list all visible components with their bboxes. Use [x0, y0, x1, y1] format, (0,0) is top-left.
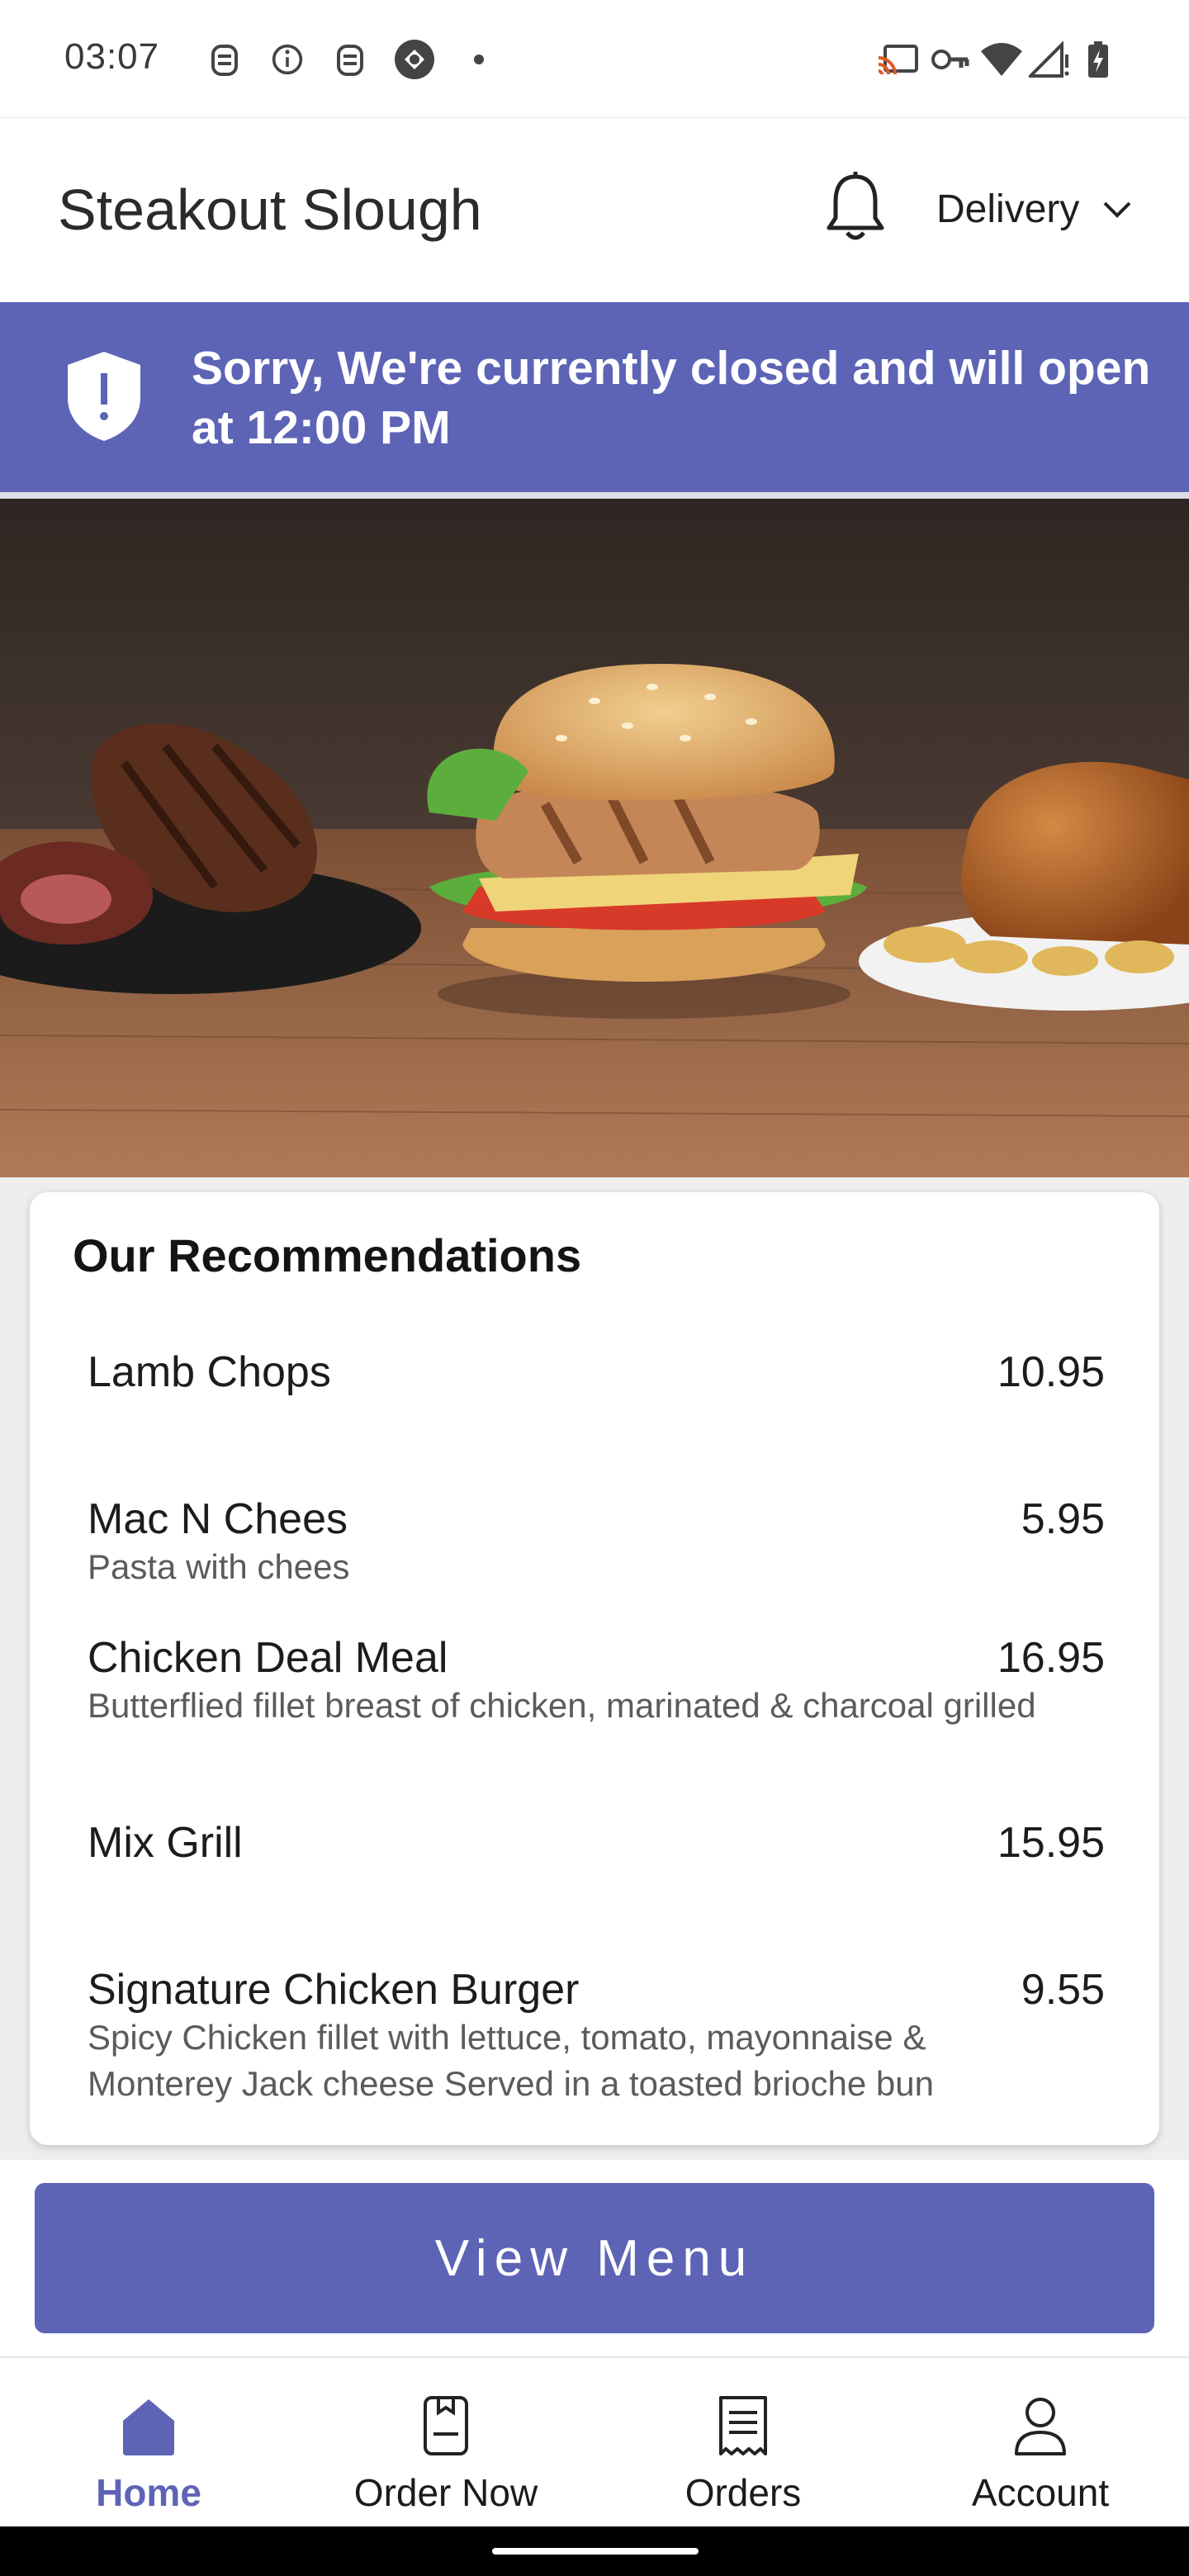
app-header: Steakout Slough Delivery [0, 119, 1189, 302]
home-icon [123, 2399, 174, 2455]
nav-home-label: Home [96, 2471, 201, 2514]
banner-divider [0, 492, 1189, 499]
vpn-key-icon [931, 50, 969, 69]
status-time: 03:07 [64, 36, 160, 77]
cell-signal-icon [1029, 41, 1069, 78]
gesture-bar [0, 2526, 1189, 2576]
item-name: Chicken Deal Meal [88, 1634, 448, 1682]
item-price: 15.95 [997, 1819, 1105, 1867]
info-icon [272, 44, 303, 75]
item-name: Mac N Chees [88, 1495, 348, 1543]
notification-icon [337, 45, 363, 76]
nav-order-now[interactable]: Order Now [297, 2358, 594, 2528]
restaurant-title: Steakout Slough [58, 178, 482, 242]
nav-account[interactable]: Account [892, 2358, 1189, 2528]
closed-message: Sorry, We're currently closed and will o… [192, 342, 1151, 454]
item-name: Mix Grill [88, 1819, 243, 1867]
list-item[interactable]: Mix Grill 15.95 [88, 1818, 1105, 1965]
nav-home[interactable]: Home [0, 2358, 297, 2528]
status-bar: 03:07 [0, 0, 1189, 119]
closed-banner: Sorry, We're currently closed and will o… [0, 302, 1189, 492]
item-price: 9.55 [1021, 1966, 1105, 2014]
item-price: 16.95 [997, 1634, 1105, 1682]
item-name: Lamb Chops [88, 1348, 331, 1396]
wifi-icon [981, 43, 1022, 76]
item-name: Signature Chicken Burger [88, 1966, 580, 2014]
item-description: Pasta with chees [88, 1547, 350, 1586]
view-menu-button[interactable]: View Menu [35, 2183, 1154, 2333]
order-mode-dropdown[interactable]: Delivery [936, 187, 1132, 232]
battery-charging-icon [1088, 41, 1108, 78]
nav-orders-label: Orders [685, 2471, 802, 2514]
list-item[interactable]: Lamb Chops 10.95 [88, 1347, 1105, 1494]
view-menu-container: View Menu [0, 2160, 1189, 2356]
shield-alert-icon [68, 352, 140, 441]
dot-icon [474, 54, 484, 64]
item-price: 10.95 [997, 1348, 1105, 1396]
nav-account-label: Account [971, 2471, 1110, 2514]
receipt-icon [719, 2396, 767, 2455]
item-description: Spicy Chicken fillet with lettuce, tomat… [88, 2018, 934, 2103]
list-item[interactable]: Chicken Deal Meal 16.95 Butterflied fill… [88, 1633, 1105, 1818]
recommendations-title: Our Recommendations [73, 1229, 582, 1281]
order-mode-label: Delivery [936, 187, 1080, 231]
gesture-handle[interactable] [492, 2548, 699, 2555]
nav-orders[interactable]: Orders [594, 2358, 892, 2528]
item-description: Butterflied fillet breast of chicken, ma… [88, 1686, 1036, 1725]
item-price: 5.95 [1021, 1495, 1105, 1543]
notification-icon [211, 45, 238, 76]
list-item[interactable]: Signature Chicken Burger 9.55 Spicy Chic… [88, 1965, 1105, 2130]
order-icon [424, 2396, 468, 2455]
recommendations-card: Our Recommendations Lamb Chops 10.95 Mac… [30, 1192, 1159, 2145]
chevron-down-icon [1103, 201, 1131, 218]
account-icon [1015, 2398, 1066, 2455]
bell-icon[interactable] [822, 170, 888, 244]
bottom-navigation: Home Order Now Orders Account [0, 2356, 1189, 2526]
nav-order-now-label: Order Now [353, 2471, 538, 2514]
list-item[interactable]: Mac N Chees 5.95 Pasta with chees [88, 1494, 1105, 1633]
food-hero-image [0, 499, 1189, 1177]
cast-icon [878, 45, 918, 75]
app-icon [395, 40, 434, 79]
recommendations-list: Lamb Chops 10.95 Mac N Chees 5.95 Pasta … [88, 1347, 1105, 2130]
